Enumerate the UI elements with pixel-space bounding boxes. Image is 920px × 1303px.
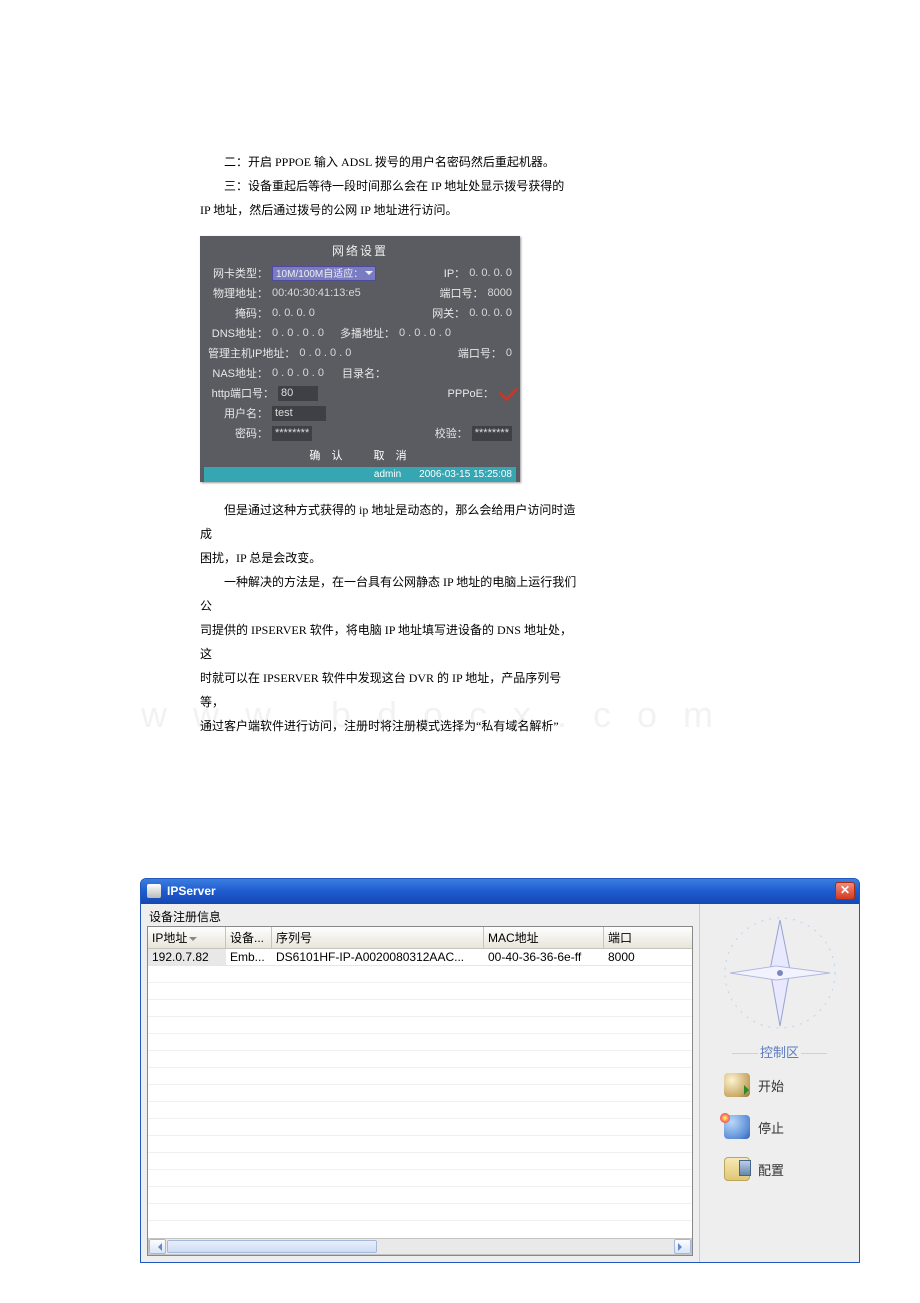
paragraph: 一种解决的方法是，在一台具有公网静态 IP 地址的电脑上运行我们公: [200, 570, 580, 618]
verify-input[interactable]: ********: [472, 426, 512, 441]
group-title: 设备注册信息: [147, 906, 693, 926]
start-label: 开始: [758, 1076, 784, 1095]
config-icon: [724, 1157, 750, 1181]
status-user: admin: [374, 469, 401, 480]
value-multicast: 0 . 0 . 0 . 0: [399, 327, 451, 339]
label-pppoe: PPPoE：: [448, 385, 494, 401]
label-mask: 掩码：: [208, 305, 268, 321]
cell-port: 8000: [604, 949, 648, 965]
col-ip[interactable]: IP地址: [148, 927, 226, 948]
h-scrollbar[interactable]: [148, 1238, 692, 1255]
scroll-thumb[interactable]: [167, 1240, 377, 1253]
sort-icon: [189, 937, 197, 945]
ipserver-window: IPServer ✕ 设备注册信息 IP地址 设备... 序列号 MAC地址 端…: [140, 878, 860, 1263]
label-http-port: http端口号：: [208, 385, 274, 401]
nic-type-select[interactable]: 10M/100M自适应：: [272, 266, 376, 281]
label-password: 密码：: [208, 425, 268, 441]
value-mask: 0. 0. 0. 0: [272, 307, 315, 319]
paragraph: 二：开启 PPPOE 输入 ADSL 拨号的用户名密码然后重起机器。: [200, 150, 580, 174]
start-button[interactable]: 开始: [702, 1067, 857, 1103]
document-page: 二：开启 PPPOE 输入 ADSL 拨号的用户名密码然后重起机器。 三：设备重…: [0, 0, 920, 1303]
confirm-button[interactable]: 确 认: [309, 450, 346, 462]
scroll-track[interactable]: [166, 1239, 674, 1254]
cell-ip: 192.0.7.82: [148, 949, 226, 965]
stop-label: 停止: [758, 1118, 784, 1137]
app-icon: [147, 884, 161, 898]
value-mac: 00:40:30:41:13:e5: [272, 287, 361, 299]
label-nas: NAS地址：: [208, 365, 268, 381]
stop-button[interactable]: 停止: [702, 1109, 857, 1145]
paragraph: 但是通过这种方式获得的 ip 地址是动态的，那么会给用户访问时造成: [200, 498, 580, 546]
table-row[interactable]: 192.0.7.82 Emb... DS6101HF-IP-A002008031…: [148, 949, 692, 966]
value-ip: 0. 0. 0. 0: [469, 267, 512, 279]
control-panel: 控制区 开始 停止 配置: [699, 904, 859, 1262]
table-header: IP地址 设备... 序列号 MAC地址 端口: [148, 927, 692, 949]
label-dir: 目录名：: [340, 365, 386, 381]
value-dns: 0 . 0 . 0 . 0: [272, 327, 324, 339]
pppoe-checkbox[interactable]: [498, 386, 512, 400]
window-title: IPServer: [167, 884, 216, 898]
config-label: 配置: [758, 1160, 784, 1179]
col-serial[interactable]: 序列号: [272, 927, 484, 948]
intro-text-block: 二：开启 PPPOE 输入 ADSL 拨号的用户名密码然后重起机器。 三：设备重…: [200, 150, 580, 222]
control-section-title: 控制区: [702, 1042, 857, 1061]
stop-icon: [724, 1115, 750, 1139]
network-settings-panel: 网络设置 网卡类型： 10M/100M自适应： IP： 0. 0. 0. 0 物…: [200, 236, 520, 482]
cell-serial: DS6101HF-IP-A0020080312AAC...: [272, 949, 484, 965]
col-device[interactable]: 设备...: [226, 927, 272, 948]
value-admin-ip: 0 . 0 . 0 . 0: [299, 347, 351, 359]
config-button[interactable]: 配置: [702, 1151, 857, 1187]
label-verify: 校验：: [422, 425, 468, 441]
http-port-input[interactable]: 80: [278, 386, 318, 401]
value-nas: 0 . 0 . 0 . 0: [272, 367, 324, 379]
password-input[interactable]: ********: [272, 426, 312, 441]
paragraph: 三：设备重起后等待一段时间那么会在 IP 地址处显示拨号获得的: [200, 174, 580, 198]
cancel-button[interactable]: 取 消: [374, 450, 411, 462]
scroll-left-button[interactable]: [149, 1239, 166, 1254]
watermark-text: www.bdocx.com: [80, 694, 800, 736]
panel-title: 网络设置: [204, 240, 516, 263]
value-gateway: 0. 0. 0. 0: [469, 307, 512, 319]
label-multicast: 多播地址：: [340, 325, 395, 341]
col-mac[interactable]: MAC地址: [484, 927, 604, 948]
label-port: 端口号：: [438, 285, 484, 301]
col-port[interactable]: 端口: [604, 927, 648, 948]
label-gateway: 网关：: [419, 305, 465, 321]
label-ip: IP：: [419, 265, 465, 281]
label-admin-ip: 管理主机IP地址：: [208, 345, 295, 361]
close-button[interactable]: ✕: [835, 882, 855, 900]
label-nic-type: 网卡类型：: [208, 265, 268, 281]
start-icon: [724, 1073, 750, 1097]
username-input[interactable]: test: [272, 406, 326, 421]
label-dns: DNS地址：: [208, 325, 268, 341]
device-table: IP地址 设备... 序列号 MAC地址 端口 192.0.7.82 Emb..…: [147, 926, 693, 1256]
value-admin-port: 0: [506, 347, 512, 359]
status-time: 2006-03-15 15:25:08: [419, 469, 512, 480]
label-admin-port: 端口号：: [456, 345, 502, 361]
panel-status-bar: admin 2006-03-15 15:25:08: [204, 467, 516, 482]
scroll-right-button[interactable]: [674, 1239, 691, 1254]
titlebar[interactable]: IPServer ✕: [141, 879, 859, 904]
paragraph: 司提供的 IPSERVER 软件，将电脑 IP 地址填写进设备的 DNS 地址处…: [200, 618, 580, 666]
label-mac: 物理地址：: [208, 285, 268, 301]
cell-mac: 00-40-36-36-6e-ff: [484, 949, 604, 965]
cell-device: Emb...: [226, 949, 272, 965]
paragraph: 困扰，IP 总是会改变。: [200, 546, 580, 570]
paragraph: IP 地址，然后通过拨号的公网 IP 地址进行访问。: [200, 198, 580, 222]
value-port: 8000: [488, 287, 512, 299]
compass-icon: [710, 908, 850, 1038]
col-ip-label: IP地址: [152, 931, 187, 945]
label-username: 用户名：: [208, 405, 268, 421]
